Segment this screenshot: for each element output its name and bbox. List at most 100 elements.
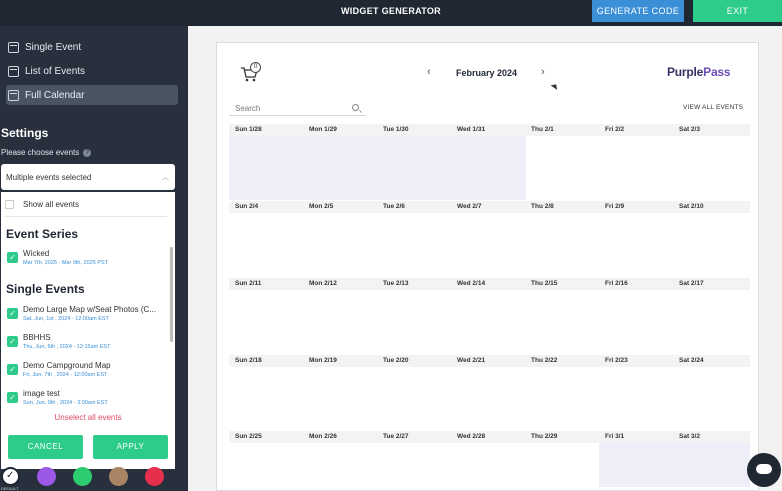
day-label: Sat 2/24 <box>679 357 704 364</box>
month-label: February 2024 <box>456 68 518 78</box>
show-all-label: Show all events <box>23 200 80 209</box>
day-label: Tue 2/6 <box>383 203 405 210</box>
day-label: Fri 2/9 <box>605 203 625 210</box>
swatch-red[interactable] <box>145 467 164 486</box>
search-input[interactable]: Search <box>229 101 366 116</box>
swatch-green[interactable] <box>73 467 92 486</box>
show-all-events-option[interactable]: Show all events <box>5 200 79 209</box>
day-label: Sat 2/3 <box>679 126 700 133</box>
calendar-list-icon <box>8 65 19 77</box>
swatch-default-label: DEFAULT <box>1 486 19 491</box>
week-header: Sun 2/4 Mon 2/5 Tue 2/6 Wed 2/7 Thu 2/8 Fri 2… <box>229 201 750 213</box>
dropdown-footer: Unselect all events CANCEL APPLY <box>1 405 175 469</box>
day-label: Fri 2/23 <box>605 357 628 364</box>
day-label: Sun 2/11 <box>235 280 262 287</box>
day-label: Wed 2/28 <box>457 433 486 440</box>
event-name: Wicked <box>23 249 50 258</box>
cart-count-badge: 0 <box>250 62 261 73</box>
swatch-default[interactable]: ✓ <box>1 467 20 486</box>
week-header: Sun 2/18 Mon 2/19 Tue 2/20 Wed 2/21 Thu 2/22… <box>229 355 750 367</box>
checkbox-checked-icon[interactable]: ✓ <box>7 336 18 347</box>
events-select[interactable]: Multiple events selected ︿ <box>1 164 175 190</box>
event-date: Fri, Jun, 7th , 2024 - 12:00am EST <box>23 372 108 378</box>
day-label: Sat 2/17 <box>679 280 704 287</box>
checkbox-checked-icon[interactable]: ✓ <box>7 392 18 403</box>
day-label: Wed 1/31 <box>457 126 486 133</box>
chat-icon[interactable] <box>747 453 781 487</box>
week-header: Sun 1/28 Mon 1/29 Tue 1/30 Wed 1/31 Thu 2/1 F… <box>229 124 750 136</box>
day-label: Tue 1/30 <box>383 126 409 133</box>
event-date: Thu, Jun, 6th , 2024 - 12:15am EST <box>23 344 111 350</box>
event-name: BBHHS <box>23 333 51 342</box>
exit-button[interactable]: EXIT <box>693 0 782 22</box>
day-label: Mon 1/29 <box>309 126 337 133</box>
event-series-heading: Event Series <box>6 227 79 241</box>
day-label: Fri 2/16 <box>605 280 628 287</box>
day-label: Mon 2/19 <box>309 357 337 364</box>
day-label: Sat 3/2 <box>679 433 700 440</box>
day-label: Sat 2/10 <box>679 203 704 210</box>
cancel-button[interactable]: CANCEL <box>8 435 83 459</box>
event-highlight[interactable] <box>599 443 750 487</box>
sidebar-item-list-of-events[interactable]: List of Events <box>6 61 178 81</box>
search-icon[interactable] <box>352 104 359 111</box>
events-dropdown: Show all events Event Series ✓ Wicked Ma… <box>1 192 175 406</box>
generate-code-button[interactable]: GENERATE CODE <box>592 0 684 22</box>
show-all-checkbox[interactable] <box>5 200 14 209</box>
day-label: Fri 2/2 <box>605 126 625 133</box>
week-header: Sun 2/11 Mon 2/12 Tue 2/13 Wed 2/14 Thu 2/15… <box>229 278 750 290</box>
sidebar-item-full-calendar[interactable]: Full Calendar <box>6 85 178 105</box>
day-label: Sun 1/28 <box>235 126 262 133</box>
sidebar-item-label: List of Events <box>25 65 86 77</box>
day-label: Sun 2/18 <box>235 357 262 364</box>
day-label: Wed 2/14 <box>457 280 486 287</box>
day-label: Thu 2/1 <box>531 126 554 133</box>
day-label: Thu 2/15 <box>531 280 558 287</box>
apply-button[interactable]: APPLY <box>93 435 168 459</box>
day-label: Mon 2/5 <box>309 203 334 210</box>
check-icon: ✓ <box>6 470 15 481</box>
event-name: Demo Large Map w/Seat Photos (C... <box>23 305 156 314</box>
unselect-all-link[interactable]: Unselect all events <box>1 413 175 422</box>
event-highlight[interactable] <box>229 136 526 200</box>
settings-title: Settings <box>1 126 49 140</box>
sidebar-item-label: Single Event <box>25 41 82 53</box>
choose-events-text: Please choose events <box>1 148 80 157</box>
day-label: Tue 2/13 <box>383 280 409 287</box>
brand-secondary: Pass <box>703 65 731 79</box>
brand-logo: PurplePass <box>667 65 731 79</box>
day-label: Wed 2/21 <box>457 357 486 364</box>
day-label: Wed 2/7 <box>457 203 482 210</box>
chevron-up-icon: ︿ <box>162 174 169 181</box>
day-label: Tue 2/20 <box>383 357 409 364</box>
dropdown-scrollbar[interactable] <box>170 247 173 342</box>
search-placeholder: Search <box>235 104 261 113</box>
view-all-events-link[interactable]: VIEW ALL EVENTS <box>683 104 743 111</box>
week-header: Sun 2/25 Mon 2/26 Tue 2/27 Wed 2/28 Thu 2/29… <box>229 431 750 443</box>
checkbox-checked-icon[interactable]: ✓ <box>7 252 18 263</box>
help-icon[interactable]: ? <box>83 148 92 157</box>
day-label: Mon 2/26 <box>309 433 337 440</box>
top-bar: WIDGET GENERATOR GENERATE CODE EXIT <box>0 0 782 26</box>
checkbox-checked-icon[interactable]: ✓ <box>7 364 18 375</box>
day-label: Sun 2/4 <box>235 203 259 210</box>
chevron-right-icon[interactable]: › <box>541 66 545 78</box>
event-date: Sat, Jun, 1st , 2024 - 12:00am EST <box>23 316 109 322</box>
day-label: Mon 2/12 <box>309 280 337 287</box>
choose-events-label: Please choose events ? <box>1 148 92 157</box>
sidebar-item-label: Full Calendar <box>25 89 85 101</box>
day-label: Thu 2/22 <box>531 357 558 364</box>
day-label: Tue 2/27 <box>383 433 409 440</box>
single-events-heading: Single Events <box>6 282 85 296</box>
chevron-left-icon[interactable]: ‹ <box>427 66 431 78</box>
event-date: Mar 7th, 2025 - Mar 9th, 2025 PST <box>23 260 108 266</box>
brand-primary: Purple <box>667 65 704 79</box>
swatch-brown[interactable] <box>109 467 128 486</box>
sidebar-item-single-event[interactable]: Single Event <box>6 37 178 57</box>
event-name: image test <box>23 389 60 398</box>
checkbox-checked-icon[interactable]: ✓ <box>7 308 18 319</box>
day-label: Thu 2/29 <box>531 433 558 440</box>
calendar-full-icon <box>8 89 19 101</box>
day-label: Thu 2/8 <box>531 203 554 210</box>
swatch-purple[interactable] <box>37 467 56 486</box>
